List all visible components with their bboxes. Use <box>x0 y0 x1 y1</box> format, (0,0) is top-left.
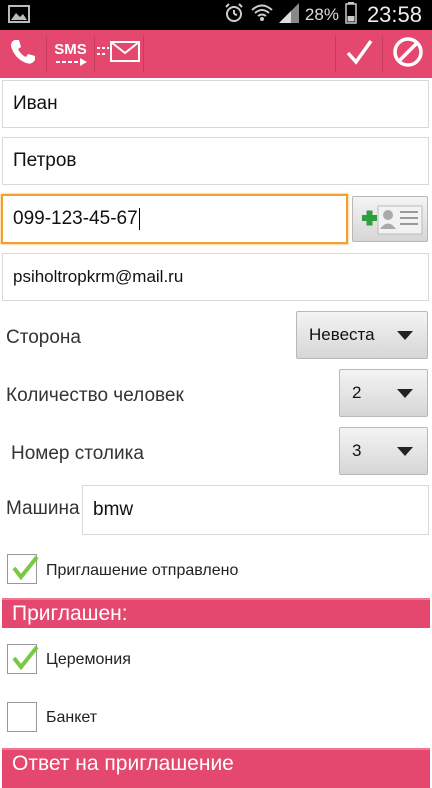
dropdown-arrow-icon <box>397 389 413 398</box>
battery-icon <box>345 1 357 29</box>
side-label: Сторона <box>6 327 81 348</box>
sms-icon: SMS <box>54 42 88 67</box>
email-input[interactable]: psiholtropkrm@mail.ru <box>2 253 429 301</box>
cancel-icon <box>392 36 424 73</box>
side-value: Невеста <box>309 325 375 344</box>
text-cursor <box>138 208 140 230</box>
response-section-title: Ответ на приглашение <box>12 752 234 775</box>
signal-icon <box>278 2 299 28</box>
dropdown-arrow-icon <box>397 447 413 456</box>
wifi-icon <box>251 3 273 28</box>
first-name-input[interactable]: Иван <box>2 80 429 128</box>
guests-value: 2 <box>352 383 362 402</box>
clock: 23:58 <box>366 2 422 27</box>
email-button[interactable] <box>95 30 143 78</box>
sms-button[interactable]: SMS <box>47 30 94 78</box>
table-select[interactable]: 3 <box>339 427 428 475</box>
add-contact-icon <box>356 202 426 243</box>
phone-icon <box>8 37 38 72</box>
invitation-sent-label: Приглашение отправлено <box>46 562 239 579</box>
pick-contact-button[interactable] <box>352 196 428 242</box>
email-icon <box>97 39 141 70</box>
alarm-icon <box>223 2 245 29</box>
car-label: Машина <box>6 498 80 519</box>
guests-label: Количество человек <box>6 385 184 406</box>
phone-input[interactable]: 099-123-45-67 <box>1 194 348 244</box>
cancel-button[interactable] <box>383 30 432 78</box>
status-bar: 28% 23:58 <box>0 0 432 30</box>
car-input[interactable]: bmw <box>82 485 429 535</box>
banquet-label: Банкет <box>46 709 98 726</box>
car-value: bmw <box>93 499 134 520</box>
ceremony-checkbox[interactable] <box>7 644 39 674</box>
gallery-notification-icon <box>8 5 30 23</box>
check-icon <box>344 37 374 72</box>
ceremony-label: Церемония <box>46 651 131 668</box>
save-button[interactable] <box>336 30 382 78</box>
action-bar: SMS <box>0 30 432 78</box>
last-name-value: Петров <box>13 150 77 171</box>
invited-section-title: Приглашен: <box>12 602 128 625</box>
phone-value: 099-123-45-67 <box>13 208 138 229</box>
table-value: 3 <box>352 441 362 460</box>
email-value: psiholtropkrm@mail.ru <box>13 267 184 286</box>
battery-percent: 28% <box>304 5 339 24</box>
banquet-checkbox[interactable] <box>7 702 37 732</box>
call-button[interactable] <box>0 30 46 78</box>
response-section-header: Ответ на приглашение <box>2 748 430 788</box>
invitation-sent-checkbox[interactable] <box>7 554 39 584</box>
first-name-value: Иван <box>13 93 58 114</box>
last-name-input[interactable]: Петров <box>2 137 429 185</box>
table-label: Номер столика <box>11 443 144 464</box>
invited-section-header: Приглашен: <box>2 598 430 628</box>
dropdown-arrow-icon <box>397 331 413 340</box>
side-select[interactable]: Невеста <box>296 311 428 359</box>
guests-select[interactable]: 2 <box>339 369 428 417</box>
